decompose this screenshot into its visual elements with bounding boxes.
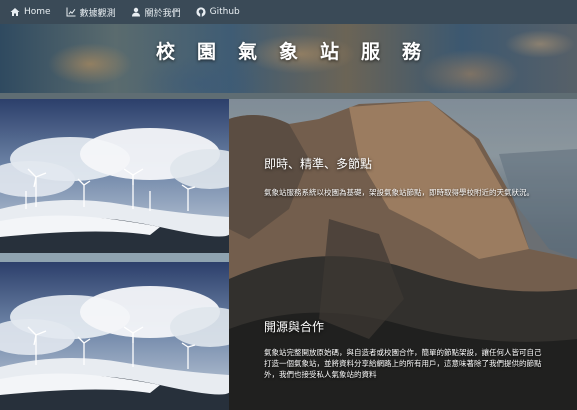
banner: 校園氣象站服務 [0,24,577,93]
section-text-opensource: 氣象站完整開放原始碼，與自造者或校園合作，簡單的節點架設，讓任何人皆可自己打造一… [264,348,542,379]
chart-icon [66,7,76,17]
mountain-background: 即時、精準、多節點 氣象站服務系統以校園為基礎，架設氣象站節點，即時取得學校附近… [229,99,577,410]
banner-title: 校園氣象站服務 [155,41,443,63]
users-icon [131,7,140,17]
navbar: Home 數據觀測 關於我們 Github [0,0,577,24]
github-icon [196,7,206,17]
nav-home-label: Home [24,7,51,17]
wind-turbine-image-bottom [0,262,229,410]
nav-observation[interactable]: 數據觀測 [66,6,116,19]
section-title-realtime: 即時、精準、多節點 [264,157,373,171]
wind-turbine-image-top [0,99,229,253]
nav-about[interactable]: 關於我們 [131,6,181,19]
section-title-opensource: 開源與合作 [264,320,325,334]
nav-home[interactable]: Home [10,7,51,17]
nav-observation-label: 數據觀測 [79,8,116,19]
section-text-realtime: 氣象站服務系統以校園為基礎，架設氣象站節點，即時取得學校附近的天氣狀況。 [264,188,534,197]
nav-about-label: 關於我們 [144,8,181,19]
nav-github[interactable]: Github [196,7,240,17]
image-separator [0,253,229,262]
home-icon [10,8,20,16]
nav-github-label: Github [209,7,240,17]
